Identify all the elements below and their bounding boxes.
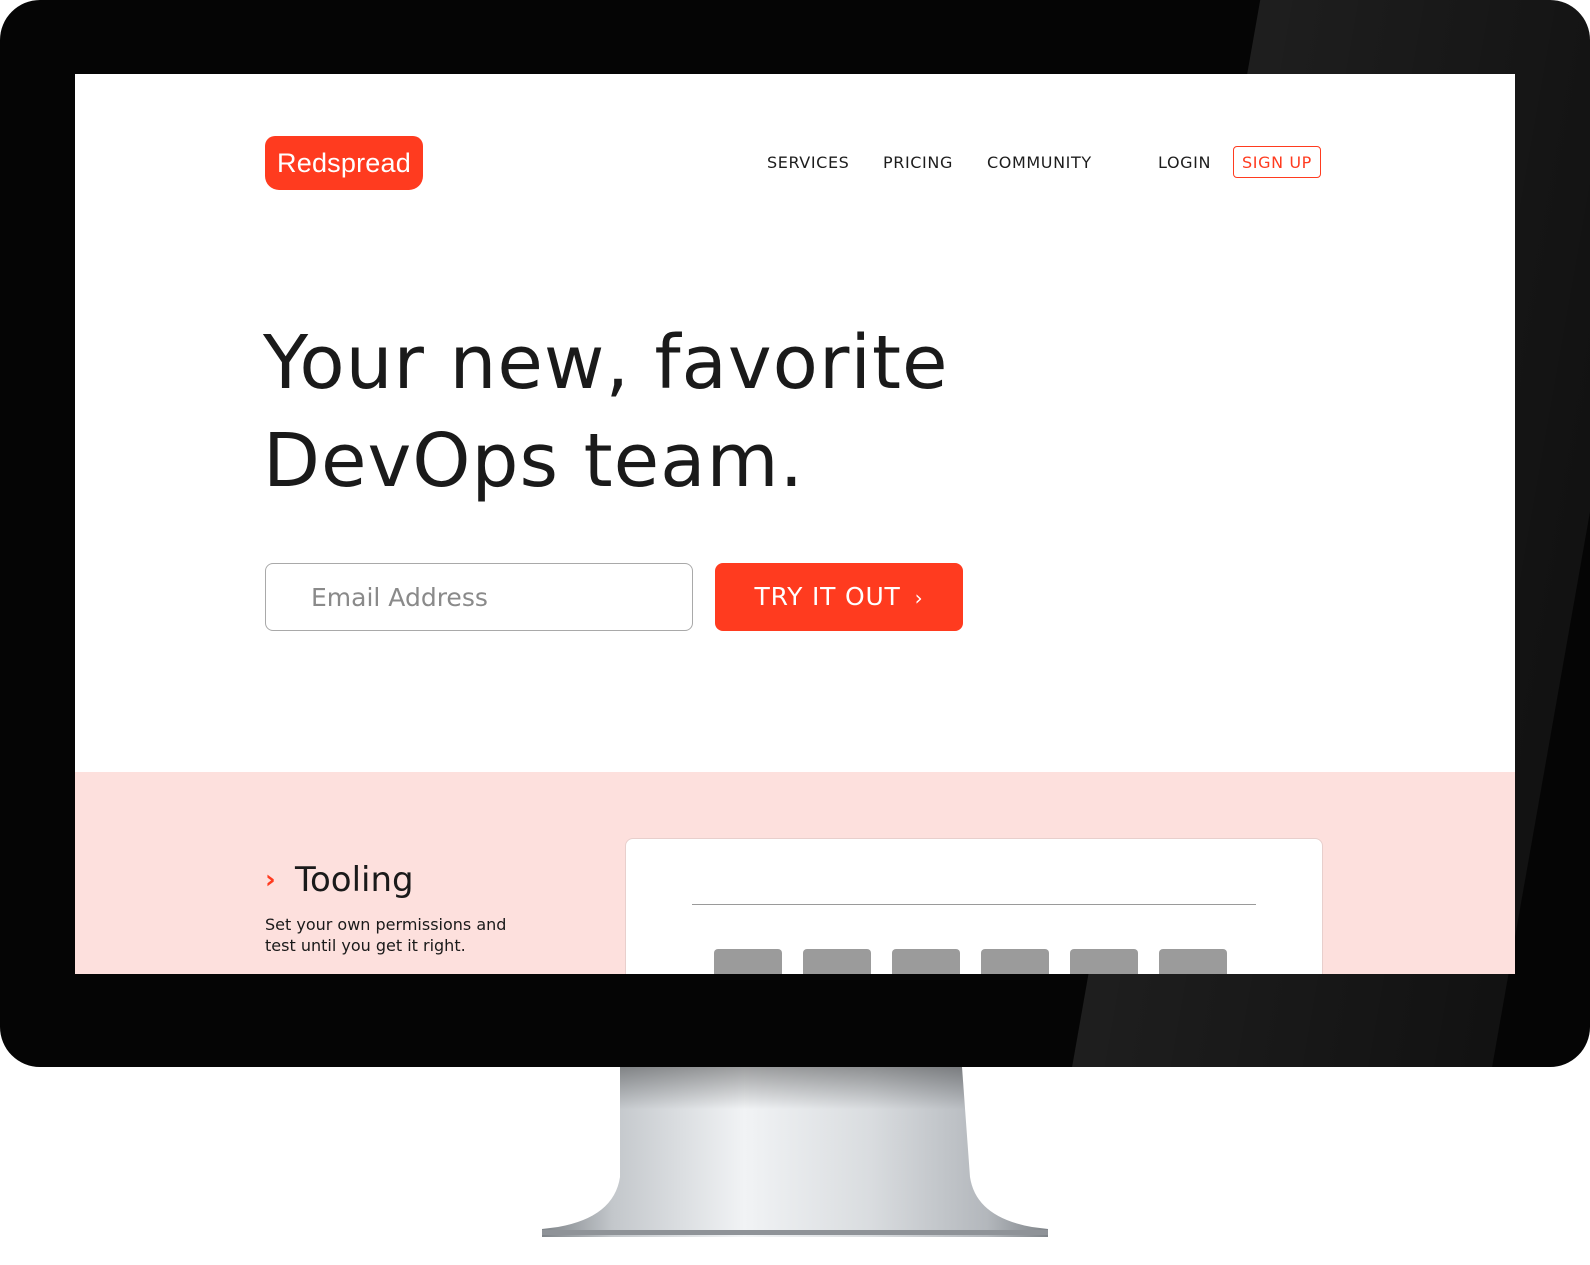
card-placeholder-block (1159, 949, 1227, 974)
card-placeholder-block (714, 949, 782, 974)
nav-login-link[interactable]: LOGIN (1158, 150, 1211, 176)
card-placeholder-block (892, 949, 960, 974)
card-divider (692, 904, 1256, 905)
sign-up-button[interactable]: SIGN UP (1233, 146, 1321, 178)
nav-pricing-link[interactable]: PRICING (883, 150, 953, 176)
feature-section: › Tooling Set your own permissions and t… (75, 772, 1515, 974)
hero-headline-line-2: DevOps team. (263, 418, 805, 504)
feature-description-line-2: test until you get it right. (265, 936, 466, 955)
chevron-right-icon: › (914, 586, 924, 610)
card-placeholder-block (803, 949, 871, 974)
try-it-out-label: TRY IT OUT (754, 582, 901, 611)
try-it-out-button[interactable]: TRY IT OUT › (715, 563, 963, 631)
chevron-right-icon: › (265, 865, 276, 895)
monitor-mockup: Redspread SERVICES PRICING COMMUNITY LOG… (0, 0, 1590, 1265)
nav-community-link[interactable]: COMMUNITY (987, 150, 1092, 176)
monitor-bezel: Redspread SERVICES PRICING COMMUNITY LOG… (0, 0, 1590, 1067)
feature-description-line-1: Set your own permissions and (265, 915, 507, 934)
feature-preview-card (625, 838, 1323, 974)
monitor-stand (542, 1067, 1048, 1237)
top-navigation: Redspread SERVICES PRICING COMMUNITY LOG… (75, 74, 1515, 274)
hero-headline-line-1: Your new, favorite (263, 320, 949, 406)
redspread-logo[interactable]: Redspread (265, 136, 423, 190)
feature-title: Tooling (295, 860, 414, 900)
card-placeholder-block (1070, 949, 1138, 974)
hero-headline: Your new, favorite DevOps team. (263, 314, 1163, 510)
card-placeholder-block (981, 949, 1049, 974)
feature-description: Set your own permissions and test until … (265, 914, 535, 956)
email-address-input[interactable] (265, 563, 693, 631)
screen: Redspread SERVICES PRICING COMMUNITY LOG… (75, 74, 1515, 974)
nav-services-link[interactable]: SERVICES (767, 150, 849, 176)
